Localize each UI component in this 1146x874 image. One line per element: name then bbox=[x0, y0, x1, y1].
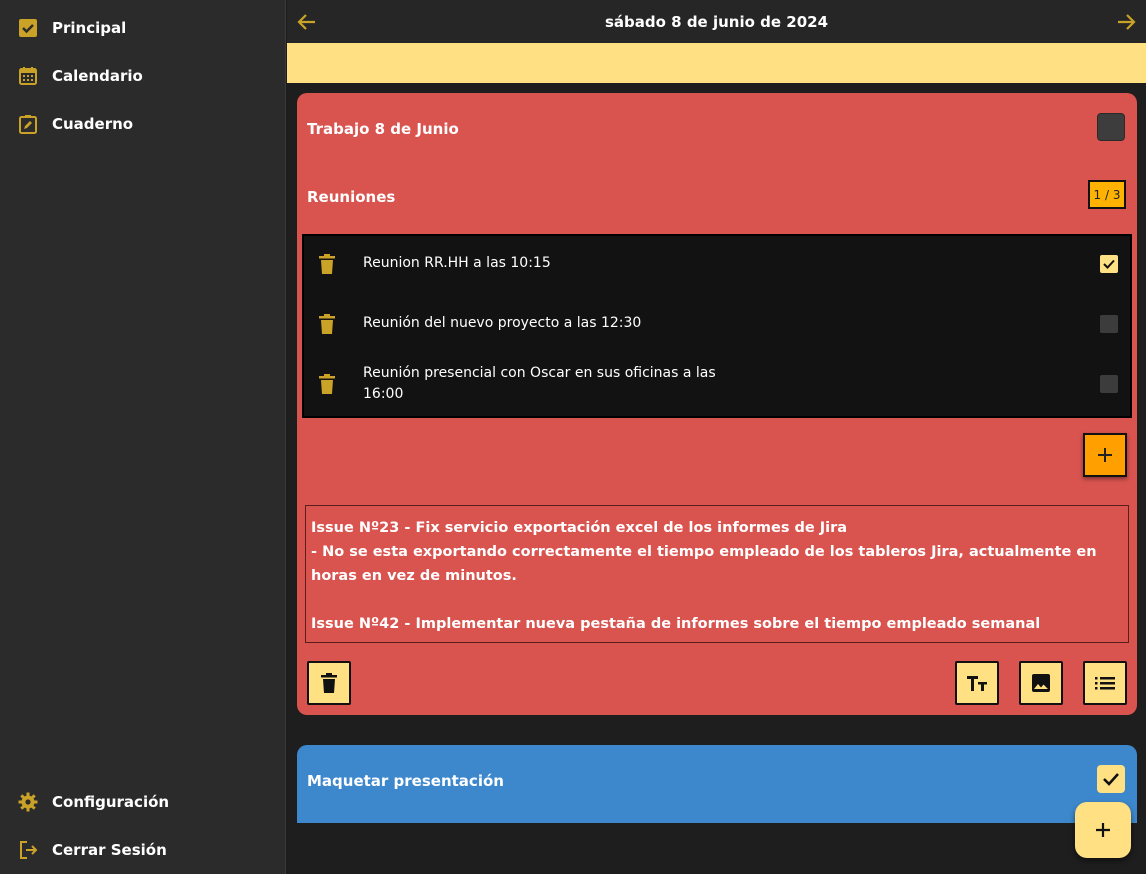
text-size-icon bbox=[967, 676, 987, 691]
list-item: Reunion RR.HH a las 10:15 bbox=[304, 236, 1130, 294]
trash-icon bbox=[319, 254, 335, 274]
note-line bbox=[311, 588, 1123, 612]
item-checkbox[interactable] bbox=[1100, 375, 1118, 393]
gear-icon bbox=[18, 792, 38, 812]
text-format-button[interactable] bbox=[955, 661, 999, 705]
delete-item-button[interactable] bbox=[318, 374, 336, 394]
checklist-title: Reuniones bbox=[307, 188, 396, 206]
date-header: sábado 8 de junio de 2024 bbox=[287, 0, 1146, 44]
task-list: Trabajo 8 de Junio Reuniones 1 / 3 Reuni… bbox=[287, 83, 1146, 823]
sidebar-item-label: Configuración bbox=[52, 793, 170, 811]
plus-icon bbox=[1096, 823, 1110, 837]
day-banner bbox=[287, 43, 1146, 83]
sidebar-item-calendario[interactable]: Calendario bbox=[18, 64, 143, 88]
item-text: Reunión presencial con Oscar en sus ofic… bbox=[363, 365, 716, 402]
note-text[interactable]: Issue Nº23 - Fix servicio exportación ex… bbox=[305, 505, 1129, 643]
trash-icon bbox=[321, 673, 337, 693]
sidebar-item-cerrar-sesion[interactable]: Cerrar Sesión bbox=[18, 838, 167, 862]
list-item: Reunión del nuevo proyecto a las 12:30 bbox=[304, 294, 1130, 354]
checklist: Reunion RR.HH a las 10:15 Reunión del nu… bbox=[302, 234, 1132, 418]
task-card: Maquetar presentación bbox=[297, 745, 1137, 823]
sidebar: Principal Calendario Cuaderno Configurac… bbox=[0, 0, 286, 874]
check-icon bbox=[1103, 259, 1115, 269]
add-image-button[interactable] bbox=[1019, 661, 1063, 705]
image-icon bbox=[1032, 674, 1050, 692]
item-text: Reunion RR.HH a las 10:15 bbox=[363, 255, 551, 271]
note-line: Issue Nº42 - Implementar nueva pestaña d… bbox=[311, 616, 1041, 632]
sidebar-item-label: Principal bbox=[52, 19, 127, 37]
card-title: Maquetar presentación bbox=[307, 772, 504, 790]
list-icon bbox=[1095, 677, 1115, 690]
sidebar-item-configuracion[interactable]: Configuración bbox=[18, 790, 169, 814]
trash-icon bbox=[319, 374, 335, 394]
sidebar-item-principal[interactable]: Principal bbox=[18, 16, 126, 40]
note-line: - No se esta exportando correctamente el… bbox=[311, 544, 1097, 584]
sidebar-item-label: Cerrar Sesión bbox=[52, 841, 167, 859]
trash-icon bbox=[319, 314, 335, 334]
app: Principal Calendario Cuaderno Configurac… bbox=[0, 0, 1146, 874]
note-line: Issue Nº23 - Fix servicio exportación ex… bbox=[311, 520, 848, 536]
delete-item-button[interactable] bbox=[318, 314, 336, 334]
calendar-icon bbox=[18, 66, 38, 86]
page-title: sábado 8 de junio de 2024 bbox=[604, 13, 828, 31]
card-done-checkbox[interactable] bbox=[1097, 765, 1125, 793]
arrow-left-icon bbox=[297, 14, 315, 30]
edit-note-icon bbox=[18, 114, 38, 134]
logout-icon bbox=[18, 840, 38, 860]
next-day-button[interactable] bbox=[1115, 11, 1137, 33]
task-card: Trabajo 8 de Junio Reuniones 1 / 3 Reuni… bbox=[297, 93, 1137, 715]
list-item: Reunión presencial con Oscar en sus ofic… bbox=[304, 354, 1130, 416]
add-checklist-item-button[interactable] bbox=[1083, 433, 1127, 477]
delete-item-button[interactable] bbox=[318, 254, 336, 274]
sidebar-item-label: Cuaderno bbox=[52, 115, 134, 133]
item-checkbox[interactable] bbox=[1100, 255, 1118, 273]
bottom-bar bbox=[287, 823, 1146, 874]
sidebar-item-cuaderno[interactable]: Cuaderno bbox=[18, 112, 133, 136]
add-checklist-button[interactable] bbox=[1083, 661, 1127, 705]
sidebar-item-label: Calendario bbox=[52, 67, 143, 85]
item-text: Reunión del nuevo proyecto a las 12:30 bbox=[363, 315, 642, 331]
checklist-counter: 1 / 3 bbox=[1088, 180, 1126, 209]
card-done-checkbox[interactable] bbox=[1097, 113, 1125, 141]
check-icon bbox=[1103, 773, 1119, 786]
delete-card-button[interactable] bbox=[307, 661, 351, 705]
arrow-right-icon bbox=[1118, 14, 1136, 30]
previous-day-button[interactable] bbox=[296, 11, 318, 33]
plus-icon bbox=[1098, 448, 1112, 462]
checkbox-icon bbox=[18, 18, 38, 38]
card-title: Trabajo 8 de Junio bbox=[307, 120, 459, 138]
add-card-button[interactable] bbox=[1075, 802, 1131, 858]
item-checkbox[interactable] bbox=[1100, 315, 1118, 333]
